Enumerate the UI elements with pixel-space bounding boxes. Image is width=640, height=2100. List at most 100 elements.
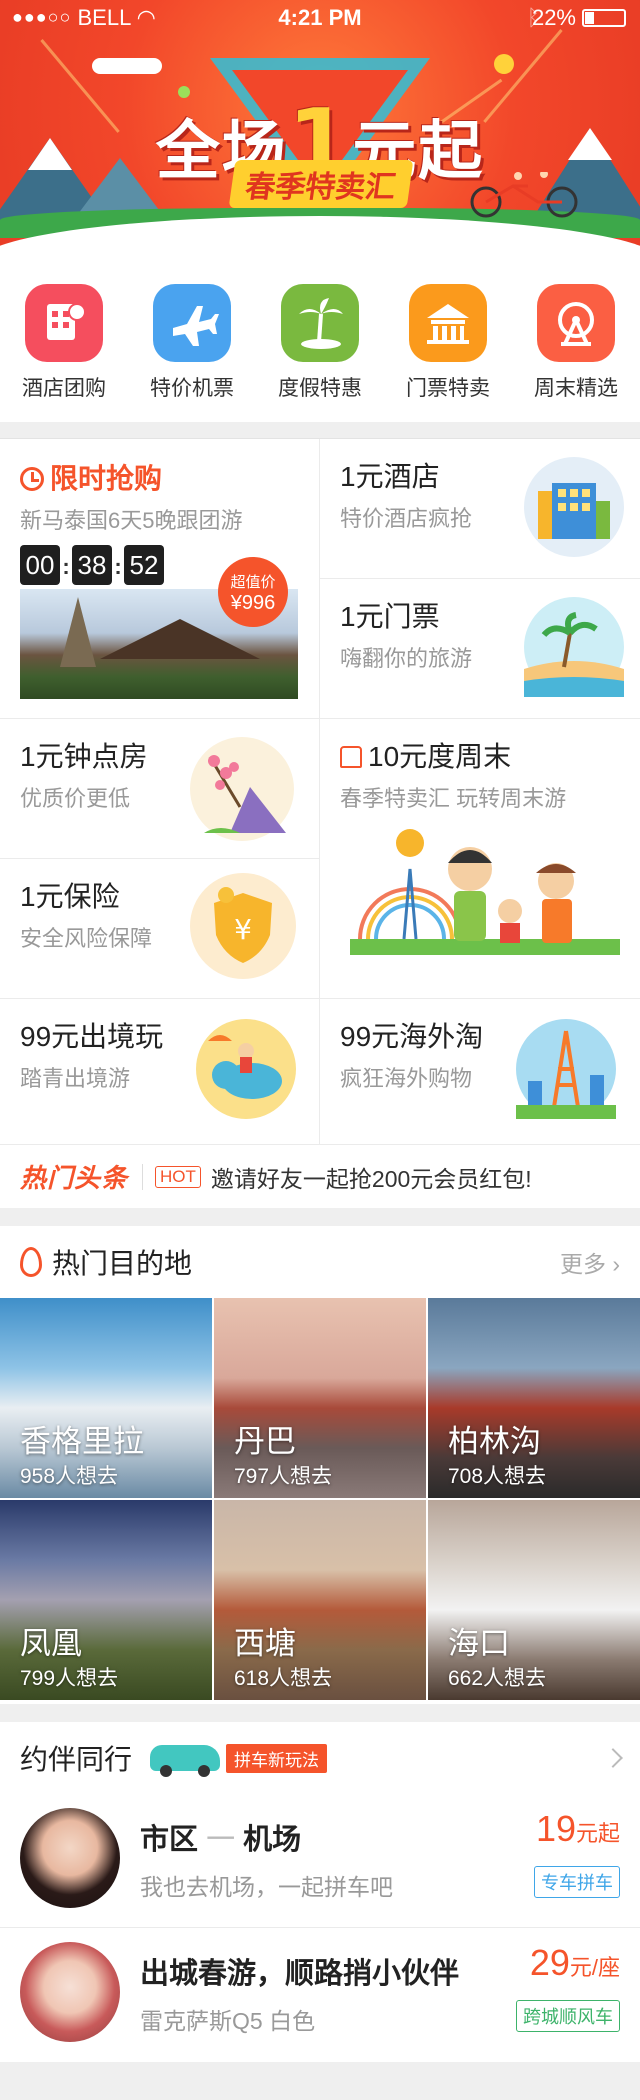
insurance-card[interactable]: 1元保险 安全风险保障 ¥ bbox=[0, 859, 320, 999]
destination-name: 丹巴 bbox=[234, 1424, 296, 1459]
nav-label: 酒店团购 bbox=[22, 377, 106, 400]
nav-item-tickets[interactable]: 门票特卖 bbox=[384, 266, 512, 422]
hotel-icon bbox=[25, 284, 103, 362]
destination-count: 662人想去 bbox=[448, 1667, 547, 1690]
countdown-hours: 00 bbox=[20, 545, 60, 585]
section-title: 热门目的地 bbox=[52, 1248, 193, 1279]
price-badge-label: 超值价 bbox=[230, 574, 276, 591]
nav-item-weekend[interactable]: 周末精选 bbox=[512, 266, 640, 422]
nav-item-hotel[interactable]: 酒店团购 bbox=[0, 266, 128, 422]
travel-companions: 约伴同行 拼车新玩法 市区 一 机场 我也去机场，一起拼车吧 19元起 专车拼车… bbox=[0, 1722, 640, 2062]
price-badge-value: ¥996 bbox=[230, 592, 276, 614]
headline-text[interactable]: 邀请好友一起抢200元会员红包! bbox=[211, 1160, 532, 1194]
destination-tile[interactable]: 海口 662人想去 bbox=[428, 1500, 640, 1700]
flame-icon bbox=[20, 1247, 42, 1277]
elephant-illustration bbox=[196, 1019, 296, 1119]
flash-sale-card[interactable]: 限时抢购 新马泰国6天5晚跟团游 00:38:52 超值价 ¥996 bbox=[0, 439, 320, 719]
destination-name: 香格里拉 bbox=[20, 1424, 144, 1459]
battery-icon bbox=[582, 9, 626, 27]
hot-destinations: 热门目的地 更多 › 香格里拉 958人想去 丹巴 797人想去 柏林沟 708… bbox=[0, 1226, 640, 1704]
flash-sale-desc: 新马泰国6天5晚跟团游 bbox=[20, 508, 243, 533]
avatar bbox=[20, 1808, 120, 1908]
destination-count: 958人想去 bbox=[20, 1465, 119, 1488]
shopping-card[interactable]: 99元海外淘 疯狂海外购物 bbox=[320, 999, 640, 1145]
route-title: 出城春游，顺路捎小伙伴 bbox=[140, 1958, 460, 1990]
hotel-illustration bbox=[524, 457, 624, 557]
thumbs-up-icon bbox=[340, 746, 362, 768]
section-header[interactable]: 约伴同行 拼车新玩法 bbox=[0, 1722, 640, 1794]
ticket-card[interactable]: 1元门票 嗨翻你的旅游 bbox=[320, 579, 640, 719]
countdown-seconds: 52 bbox=[124, 545, 164, 585]
section-title: 约伴同行 bbox=[20, 1744, 133, 1775]
hot-badge: HOT bbox=[155, 1165, 201, 1188]
card-title: 10元度周末 bbox=[340, 735, 620, 775]
destination-grid: 香格里拉 958人想去 丹巴 797人想去 柏林沟 708人想去 凤凰 799人… bbox=[0, 1298, 640, 1700]
hotel-card[interactable]: 1元酒店 特价酒店疯抢 bbox=[320, 439, 640, 579]
svg-text:¥: ¥ bbox=[234, 913, 252, 946]
bicycle-icon bbox=[470, 172, 578, 218]
destination-name: 柏林沟 bbox=[448, 1424, 541, 1459]
route-price: 19元起 bbox=[535, 1808, 620, 1849]
ride-type-badge: 专车拼车 bbox=[534, 1866, 620, 1898]
coin-icon bbox=[494, 54, 514, 74]
section-header: 热门目的地 更多 › bbox=[0, 1226, 640, 1298]
shield-icon: ¥ bbox=[190, 873, 296, 979]
promo-grid: 限时抢购 新马泰国6天5晚跟团游 00:38:52 超值价 ¥996 1元酒店 … bbox=[0, 438, 640, 1145]
temple-icon bbox=[409, 284, 487, 362]
countdown-minutes: 38 bbox=[72, 545, 112, 585]
destination-name: 西塘 bbox=[234, 1626, 296, 1661]
more-link[interactable]: 更多 › bbox=[560, 1245, 620, 1279]
destination-tile[interactable]: 丹巴 797人想去 bbox=[214, 1298, 426, 1498]
nav-label: 特价机票 bbox=[150, 377, 234, 400]
battery-percent: 22% bbox=[531, 5, 576, 30]
status-bar: ●●●○○ BELL ◠ 4:21 PM ᛒ 22% bbox=[0, 0, 640, 36]
battery: 22% bbox=[532, 5, 626, 31]
promo-banner[interactable]: 全场1元起 春季特卖汇 bbox=[0, 0, 640, 266]
price-badge: 超值价 ¥996 bbox=[218, 557, 288, 627]
destination-tile[interactable]: 凤凰 799人想去 bbox=[0, 1500, 212, 1700]
airplane-icon bbox=[92, 58, 162, 74]
destination-tile[interactable]: 柏林沟 708人想去 bbox=[428, 1298, 640, 1498]
nav-item-vacation[interactable]: 度假特惠 bbox=[256, 266, 384, 422]
carpool-tag: 拼车新玩法 bbox=[226, 1743, 328, 1773]
chevron-right-icon: › bbox=[612, 1251, 620, 1277]
nav-label: 周末精选 bbox=[534, 377, 618, 400]
destination-count: 797人想去 bbox=[234, 1465, 333, 1488]
category-nav: 酒店团购 特价机票 度假特惠 门票特卖 周末精选 bbox=[0, 266, 640, 422]
nav-label: 度假特惠 bbox=[278, 377, 362, 400]
destination-count: 618人想去 bbox=[234, 1667, 333, 1690]
headline-ticker[interactable]: 热门头条 HOT 邀请好友一起抢200元会员红包! bbox=[0, 1144, 640, 1208]
route-desc: 我也去机场，一起拼车吧 bbox=[140, 1874, 393, 1900]
route-desc: 雷克萨斯Q5 白色 bbox=[140, 2008, 316, 2034]
headline-logo: 热门头条 bbox=[20, 1163, 129, 1193]
carpool-item[interactable]: 市区 一 机场 我也去机场，一起拼车吧 19元起 专车拼车 bbox=[0, 1794, 640, 1928]
flash-sale-title: 限时抢购 bbox=[20, 457, 299, 497]
chevron-right-icon bbox=[603, 1748, 623, 1768]
beach-illustration bbox=[524, 597, 624, 697]
ferris-wheel-icon bbox=[537, 284, 615, 362]
blossom-illustration bbox=[190, 737, 294, 841]
ride-type-badge: 跨城顺风车 bbox=[516, 2000, 620, 2032]
clock-icon bbox=[20, 467, 44, 491]
avatar bbox=[20, 1942, 120, 2042]
car-icon bbox=[150, 1745, 221, 1777]
hourly-room-card[interactable]: 1元钟点房 优质价更低 bbox=[0, 719, 320, 859]
banner-subtitle: 春季特卖汇 bbox=[228, 160, 414, 208]
destination-tile[interactable]: 西塘 618人想去 bbox=[214, 1500, 426, 1700]
card-desc: 春季特卖汇 玩转周末游 bbox=[340, 786, 567, 811]
family-illustration bbox=[350, 829, 620, 955]
destination-count: 799人想去 bbox=[20, 1667, 119, 1690]
carpool-item[interactable]: 出城春游，顺路捎小伙伴 雷克萨斯Q5 白色 29元/座 跨城顺风车 bbox=[0, 1928, 640, 2062]
destination-name: 海口 bbox=[448, 1626, 510, 1661]
nav-item-flight[interactable]: 特价机票 bbox=[128, 266, 256, 422]
eiffel-tower-illustration bbox=[516, 1019, 616, 1119]
route-title: 市区 一 机场 bbox=[140, 1824, 302, 1856]
palm-icon bbox=[281, 284, 359, 362]
outbound-card[interactable]: 99元出境玩 踏青出境游 bbox=[0, 999, 320, 1145]
plane-icon bbox=[153, 284, 231, 362]
destination-count: 708人想去 bbox=[448, 1465, 547, 1488]
destination-tile[interactable]: 香格里拉 958人想去 bbox=[0, 1298, 212, 1498]
nav-label: 门票特卖 bbox=[406, 377, 490, 400]
destination-name: 凤凰 bbox=[20, 1626, 82, 1661]
weekend-card[interactable]: 10元度周末 春季特卖汇 玩转周末游 bbox=[320, 719, 640, 999]
